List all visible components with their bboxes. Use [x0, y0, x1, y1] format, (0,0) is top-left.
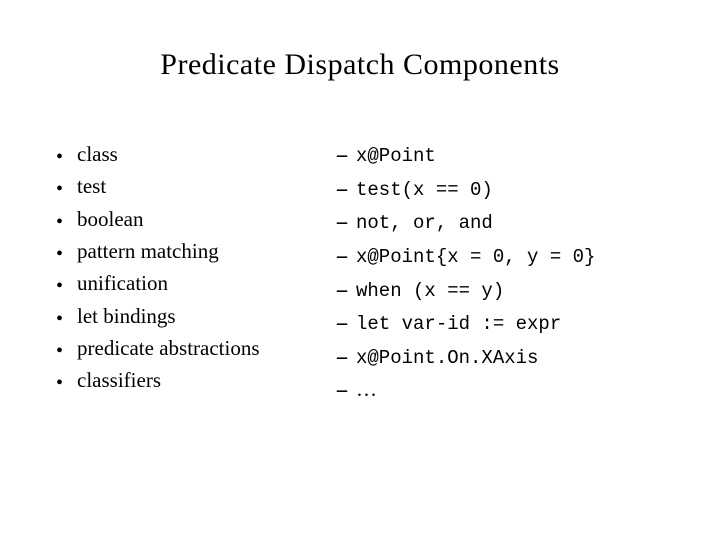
dash-icon: -- — [336, 342, 346, 370]
bullet-icon: • — [56, 341, 63, 361]
example-item: -- … — [336, 375, 664, 403]
example-code: x@Point.On.XAxis — [356, 346, 538, 372]
example-code: test(x == 0) — [356, 178, 493, 204]
example-item: -- x@Point.On.XAxis — [336, 342, 664, 372]
list-item-label: let bindings — [77, 302, 176, 330]
list-item-label: predicate abstractions — [77, 334, 260, 362]
bullet-icon: • — [56, 276, 63, 296]
example-item: -- let var-id := expr — [336, 308, 664, 338]
dash-icon: -- — [336, 375, 346, 403]
dash-icon: -- — [336, 140, 346, 168]
example-item: -- test(x == 0) — [336, 174, 664, 204]
list-item-label: boolean — [77, 205, 143, 233]
bullet-icon: • — [56, 244, 63, 264]
list-item-label: class — [77, 140, 118, 168]
content-columns: • class • test • boolean • pattern match… — [56, 140, 664, 408]
example-code: x@Point — [356, 144, 436, 170]
example-code: when (x == y) — [356, 279, 504, 305]
example-ellipsis: … — [356, 375, 377, 403]
bullet-icon: • — [56, 212, 63, 232]
list-item: • boolean — [56, 205, 306, 233]
list-item-label: pattern matching — [77, 237, 219, 265]
dash-icon: -- — [336, 241, 346, 269]
list-item: • test — [56, 172, 306, 200]
list-item: • classifiers — [56, 366, 306, 394]
left-column: • class • test • boolean • pattern match… — [56, 140, 306, 408]
example-item: -- when (x == y) — [336, 275, 664, 305]
bullet-icon: • — [56, 373, 63, 393]
bullet-icon: • — [56, 309, 63, 329]
list-item-label: unification — [77, 269, 168, 297]
dash-icon: -- — [336, 308, 346, 336]
list-item: • predicate abstractions — [56, 334, 306, 362]
list-item: • unification — [56, 269, 306, 297]
list-item: • pattern matching — [56, 237, 306, 265]
list-item: • let bindings — [56, 302, 306, 330]
list-item-label: classifiers — [77, 366, 161, 394]
slide-title: Predicate Dispatch Components — [56, 48, 664, 82]
example-item: -- x@Point — [336, 140, 664, 170]
dash-icon: -- — [336, 275, 346, 303]
list-item: • class — [56, 140, 306, 168]
example-item: -- not, or, and — [336, 207, 664, 237]
example-item: -- x@Point{x = 0, y = 0} — [336, 241, 664, 271]
bullet-icon: • — [56, 147, 63, 167]
right-column: -- x@Point -- test(x == 0) -- not, or, a… — [336, 140, 664, 408]
slide: Predicate Dispatch Components • class • … — [0, 0, 720, 540]
example-code: x@Point{x = 0, y = 0} — [356, 245, 595, 271]
dash-icon: -- — [336, 207, 346, 235]
bullet-icon: • — [56, 179, 63, 199]
example-code: let var-id := expr — [356, 312, 561, 338]
dash-icon: -- — [336, 174, 346, 202]
example-code: not, or, and — [356, 211, 493, 237]
list-item-label: test — [77, 172, 106, 200]
